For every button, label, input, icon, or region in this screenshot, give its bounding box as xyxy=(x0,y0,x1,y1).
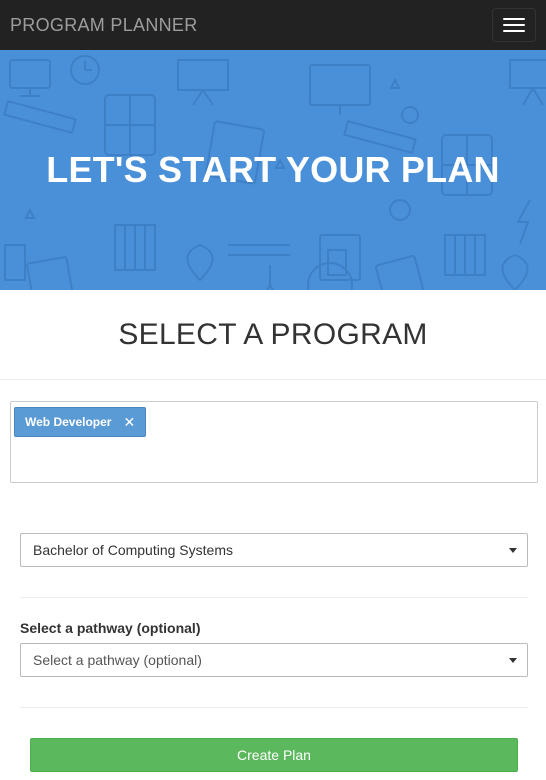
close-icon[interactable]: ✕ xyxy=(123,415,135,429)
create-plan-button[interactable]: Create Plan xyxy=(30,738,518,772)
pathway-select[interactable]: Select a pathway (optional) xyxy=(20,643,528,677)
program-select[interactable]: Bachelor of Computing Systems xyxy=(20,533,528,567)
section-title: SELECT A PROGRAM xyxy=(0,290,546,380)
pathway-label: Select a pathway (optional) xyxy=(20,620,201,636)
hamburger-menu-icon-line xyxy=(503,24,525,26)
divider xyxy=(20,597,528,598)
hamburger-menu-icon-line xyxy=(503,30,525,32)
menu-toggle-button[interactable] xyxy=(492,8,536,42)
program-select-value: Bachelor of Computing Systems xyxy=(33,542,233,558)
brand-title[interactable]: PROGRAM PLANNER xyxy=(10,15,198,36)
program-tag-label: Web Developer xyxy=(25,415,112,429)
caret-down-icon xyxy=(509,658,517,663)
hamburger-menu-icon xyxy=(503,18,525,20)
pathway-select-placeholder: Select a pathway (optional) xyxy=(33,652,202,668)
program-tag-input[interactable]: Web Developer ✕ xyxy=(10,401,538,483)
navbar: PROGRAM PLANNER xyxy=(0,0,546,50)
hero-banner: LET'S START YOUR PLAN xyxy=(0,50,546,290)
hero-title: LET'S START YOUR PLAN xyxy=(46,149,500,190)
divider xyxy=(20,707,528,708)
caret-down-icon xyxy=(509,548,517,553)
program-tag: Web Developer ✕ xyxy=(14,407,147,437)
